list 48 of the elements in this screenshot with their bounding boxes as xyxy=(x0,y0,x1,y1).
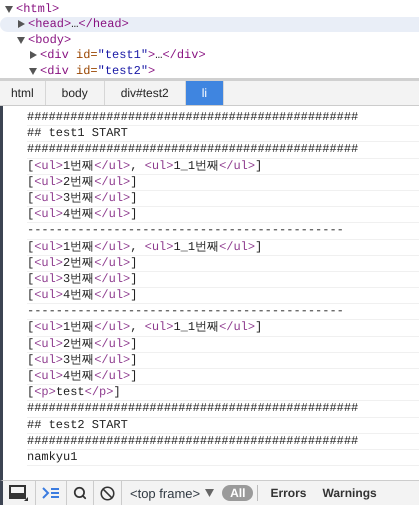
console-line: [<p>test</p>] xyxy=(27,385,419,402)
console-line: ## test1 START xyxy=(27,126,419,142)
console-line: [<ul>1번째</ul>, <ul>1_1번째</ul>] xyxy=(27,240,419,256)
breadcrumb-item[interactable]: body xyxy=(46,81,105,105)
console-line: [<ul>3번째</ul>] xyxy=(27,272,419,288)
dom-node[interactable]: <html> xyxy=(16,2,60,16)
console-line: -------------------------------------------- xyxy=(27,223,419,240)
tree-row[interactable]: <div id="test2"> xyxy=(0,63,419,78)
clear-console-icon[interactable] xyxy=(100,486,115,500)
console-line: [<ul>1번째</ul>, <ul>1_1번째</ul>] xyxy=(27,158,419,175)
tree-row[interactable]: <head>…</head> xyxy=(0,16,419,32)
expand-triangle-icon[interactable] xyxy=(17,20,25,28)
tree-row[interactable]: <html> xyxy=(0,1,419,16)
dom-node[interactable]: <head>…</head> xyxy=(28,17,129,32)
tree-row[interactable]: <body> xyxy=(0,32,419,48)
filter-tab[interactable]: Warnings xyxy=(314,485,385,501)
console-line: -------------------------------------------- xyxy=(27,304,419,320)
console-line: ############################################## xyxy=(27,142,419,159)
console-line: [<ul>3번째</ul>] xyxy=(27,190,419,208)
dock-icon[interactable] xyxy=(9,485,29,501)
console-line: [<ul>2번째</ul>] xyxy=(27,256,419,272)
frame-select[interactable]: <top frame> xyxy=(122,481,222,505)
console-line: [<ul>3번째</ul>] xyxy=(27,352,419,369)
dom-node[interactable]: <body> xyxy=(28,32,72,47)
search-icon[interactable] xyxy=(73,486,87,500)
console-line: [<ul>2번째</ul>] xyxy=(27,174,419,191)
console-line: ############################################## xyxy=(27,434,419,450)
console-line: ############################################## xyxy=(27,401,419,418)
collapse-triangle-icon[interactable] xyxy=(5,4,13,13)
dropdown-caret-icon xyxy=(205,489,214,497)
dom-node[interactable]: <div id="test2"> xyxy=(40,64,156,78)
collapse-triangle-icon[interactable] xyxy=(29,66,37,75)
tree-row[interactable]: <div id="test1">…</div> xyxy=(0,48,419,63)
console-line: [<ul>4번째</ul>] xyxy=(27,207,419,224)
console-line: namkyu1 xyxy=(27,450,419,466)
collapse-triangle-icon[interactable] xyxy=(17,36,25,44)
console-line: [<ul>2번째</ul>] xyxy=(27,336,419,353)
console-line: ## test2 START xyxy=(27,418,419,434)
filter-tab[interactable]: Errors xyxy=(262,485,314,501)
breadcrumb-item[interactable]: li xyxy=(186,81,224,105)
console-line: ############################################## xyxy=(27,110,419,126)
dom-node[interactable]: <div id="test1">…</div> xyxy=(40,48,206,62)
console-line: [<ul>1번째</ul>, <ul>1_1번째</ul>] xyxy=(27,320,419,337)
console-line: [<ul>4번째</ul>] xyxy=(27,369,419,386)
breadcrumb-item[interactable]: html xyxy=(0,81,46,105)
console-line: [<ul>4번째</ul>] xyxy=(27,288,419,304)
console-prompt-icon[interactable] xyxy=(42,487,60,499)
expand-triangle-icon[interactable] xyxy=(29,51,37,60)
